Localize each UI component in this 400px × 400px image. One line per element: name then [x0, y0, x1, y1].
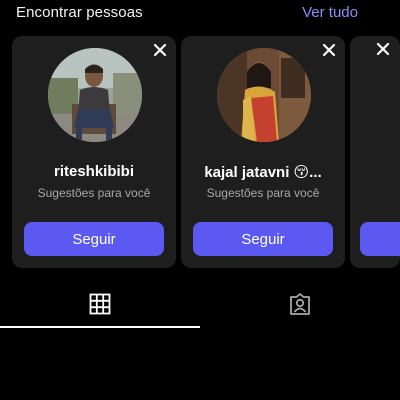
close-icon	[322, 43, 336, 57]
close-icon	[153, 43, 167, 57]
profile-tabs	[0, 282, 400, 328]
suggestion-card[interactable]: riteshkibibi Sugestões para você Seguir	[12, 36, 176, 268]
suggestion-card-partial[interactable]	[350, 36, 400, 268]
dismiss-button[interactable]	[321, 42, 337, 58]
tab-posts-grid[interactable]	[0, 282, 200, 326]
dismiss-button[interactable]	[152, 42, 168, 58]
grid-icon	[89, 293, 111, 315]
active-tab-indicator	[0, 326, 200, 328]
avatar[interactable]	[48, 48, 142, 142]
username[interactable]: riteshkibibi	[18, 163, 170, 180]
suggestions-header: Encontrar pessoas Ver tudo	[0, 0, 400, 30]
suggestion-card[interactable]: kajal jatavni 😚... Sugestões para você S…	[181, 36, 345, 268]
avatar[interactable]	[217, 48, 311, 142]
follow-button[interactable]: Seguir	[24, 222, 164, 256]
follow-button[interactable]: Seguir	[193, 222, 333, 256]
section-title: Encontrar pessoas	[16, 4, 143, 21]
tab-tagged[interactable]	[200, 282, 400, 326]
tagged-person-icon	[290, 293, 310, 315]
profile-photo	[48, 48, 142, 142]
username[interactable]: kajal jatavni 😚...	[187, 163, 339, 181]
close-icon[interactable]	[376, 42, 390, 56]
follow-button-partial[interactable]	[360, 222, 400, 256]
profile-photo	[217, 48, 311, 142]
suggestion-reason: Sugestões para você	[206, 186, 320, 200]
see-all-link[interactable]: Ver tudo	[302, 4, 358, 21]
suggestion-reason: Sugestões para você	[37, 186, 151, 200]
